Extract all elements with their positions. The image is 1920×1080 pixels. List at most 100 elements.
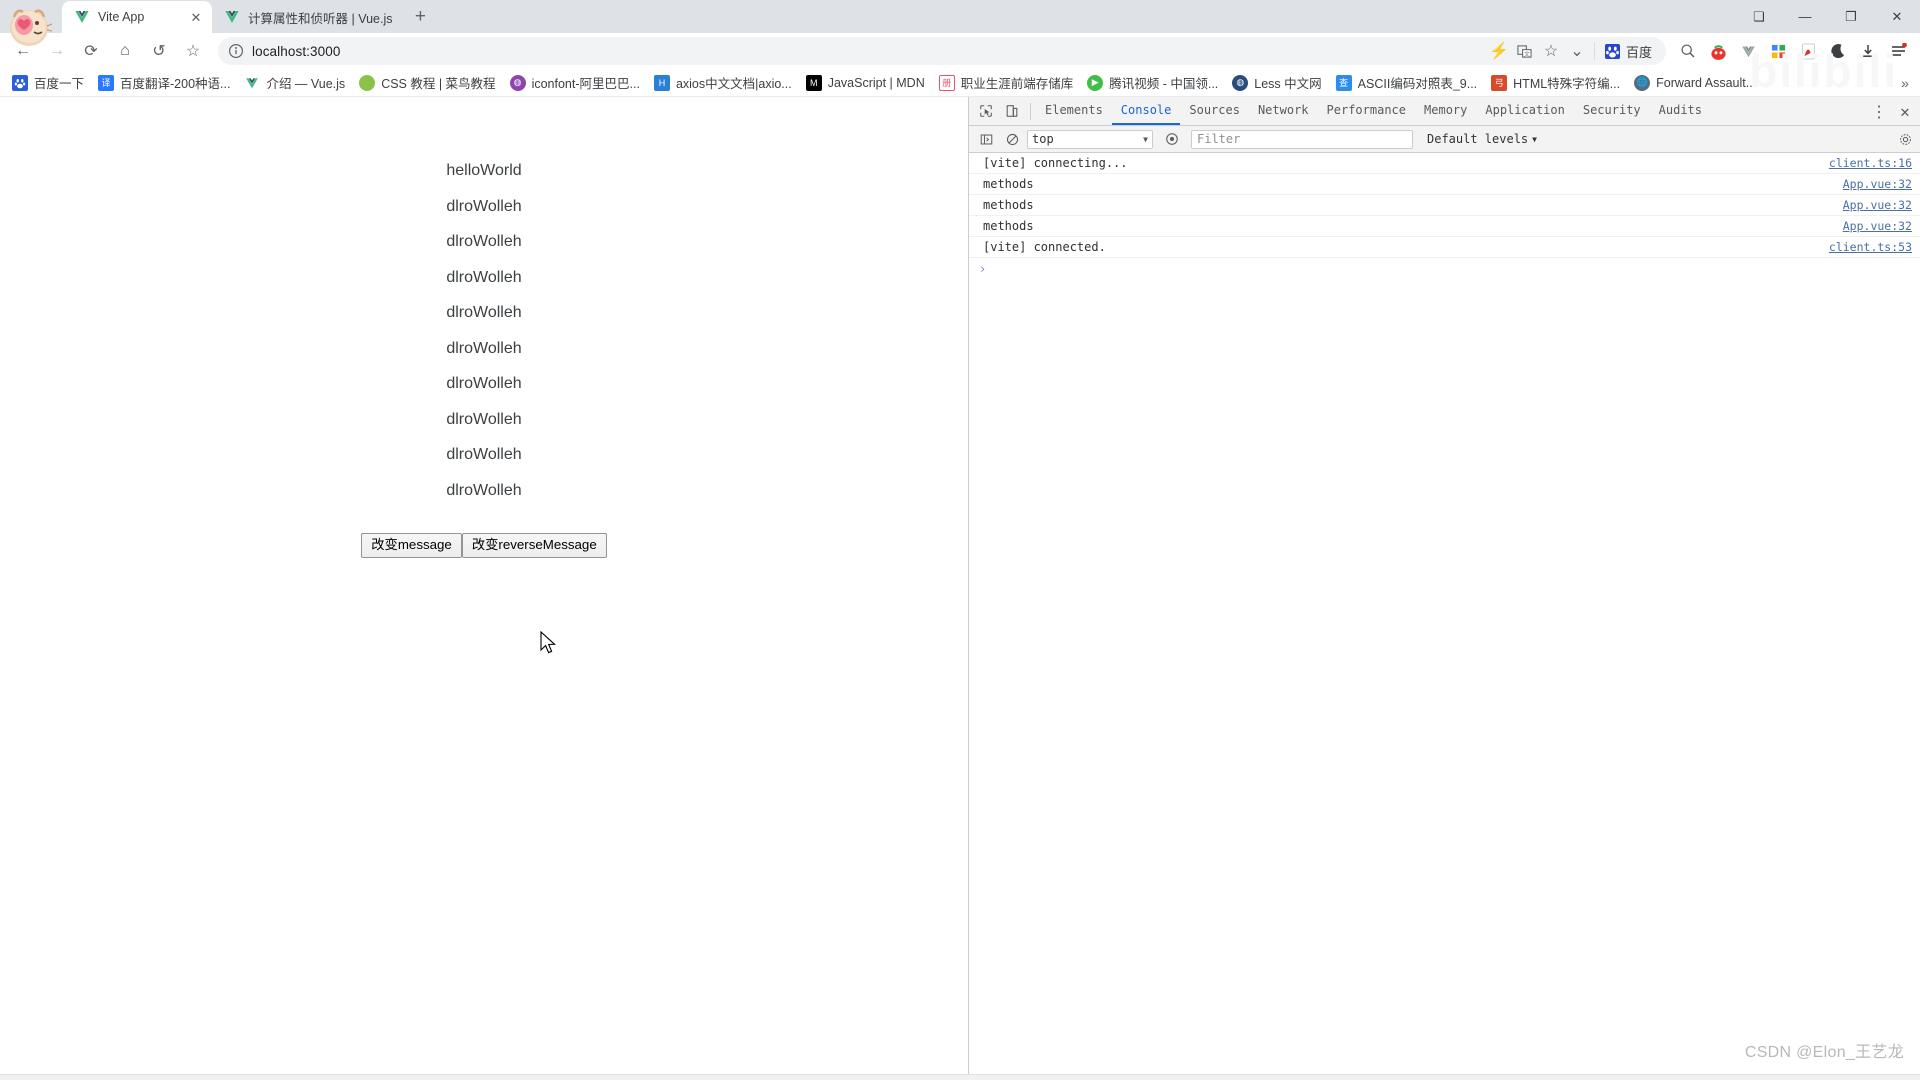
console-log-source-link[interactable]: App.vue:32	[1843, 177, 1912, 191]
live-expression-icon[interactable]	[1159, 126, 1185, 152]
bookmark-item[interactable]: 译 百度翻译-200种语...	[92, 71, 236, 95]
devtools-tabbar: Elements Console Sources Network Perform…	[969, 97, 1920, 126]
chrome-menu-icon[interactable]	[1884, 37, 1912, 65]
star-icon[interactable]: ☆	[1540, 40, 1562, 62]
console-filter-input[interactable]: Filter	[1191, 129, 1413, 149]
console-log-source-link[interactable]: App.vue:32	[1843, 219, 1912, 233]
devtools-tabbar-right: ⋮ ✕	[1866, 97, 1918, 126]
devtools-tab-sources[interactable]: Sources	[1180, 97, 1249, 125]
browser-tab-vue-docs[interactable]: 计算属性和侦听器 | Vue.js	[212, 1, 401, 33]
console-log-row[interactable]: methods App.vue:32	[969, 195, 1920, 216]
search-extension-icon[interactable]	[1674, 37, 1702, 65]
bookmark-item[interactable]: 百度一下	[6, 71, 90, 95]
console-context-value: top	[1032, 132, 1054, 146]
message-line: dlroWolleh	[446, 233, 522, 250]
bookmark-item[interactable]: ◍ iconfont-阿里巴巴...	[504, 71, 646, 95]
devtools-tab-performance[interactable]: Performance	[1318, 97, 1415, 125]
console-log-list[interactable]: [vite] connecting... client.ts:16 method…	[969, 153, 1920, 1080]
devtools-tab-console[interactable]: Console	[1111, 97, 1181, 125]
bookmarks-overflow-icon[interactable]: »	[1894, 73, 1916, 93]
console-levels-label: Default levels	[1427, 132, 1529, 146]
reload-button[interactable]: ⟳	[76, 36, 106, 66]
console-log-source-link[interactable]: App.vue:32	[1843, 198, 1912, 212]
devtools-tab-elements[interactable]: Elements	[1036, 97, 1112, 125]
dark-mode-extension-icon[interactable]	[1824, 37, 1852, 65]
console-log-text: [vite] connected.	[983, 240, 1106, 254]
devtools-tab-security[interactable]: Security	[1574, 97, 1650, 125]
tab-close-icon[interactable]: ✕	[188, 9, 204, 25]
minimize-button[interactable]: —	[1782, 1, 1828, 33]
bookmarks-bar: 百度一下 译 百度翻译-200种语... 介绍 — Vue.js CSS 教程 …	[0, 69, 1920, 97]
close-icon[interactable]: ✕	[1892, 99, 1918, 125]
bookmark-item[interactable]: 介绍 — Vue.js	[238, 71, 351, 95]
svg-text:文: 文	[1525, 49, 1531, 57]
clear-console-icon[interactable]	[999, 126, 1025, 152]
new-tab-button[interactable]: +	[406, 3, 434, 31]
address-bar[interactable]: localhost:3000 ⚡ 文 ☆ ⌄ 百度	[218, 37, 1666, 65]
console-log-row[interactable]: [vite] connected. client.ts:53	[969, 237, 1920, 258]
maximize-button[interactable]: ❐	[1828, 1, 1874, 33]
console-levels-dropdown[interactable]: Default levels ▼	[1427, 132, 1537, 146]
tomato-timer-extension-icon[interactable]	[1704, 37, 1732, 65]
console-log-row[interactable]: [vite] connecting... client.ts:16	[969, 153, 1920, 174]
forward-button[interactable]: →	[42, 36, 72, 66]
baidu-paw-icon	[1605, 43, 1621, 59]
restore-tabs-button[interactable]: ❏	[1736, 1, 1782, 33]
search-engine-label: 百度	[1625, 44, 1652, 60]
translate-icon[interactable]: 文	[1514, 40, 1536, 62]
browser-tab-vite-app[interactable]: Vite App ✕	[62, 1, 212, 33]
lightning-icon[interactable]: ⚡	[1488, 40, 1510, 62]
bookmark-item[interactable]: ▶ 腾讯视频 - 中国领...	[1081, 71, 1224, 95]
devtools-tab-application[interactable]: Application	[1476, 97, 1573, 125]
bookmark-item[interactable]: 🌐 Forward Assault...	[1628, 71, 1762, 95]
html-entities-icon: 弓	[1491, 74, 1508, 91]
vue-devtools-extension-icon[interactable]	[1734, 37, 1762, 65]
console-prompt[interactable]: ›	[969, 258, 1920, 279]
bookmark-item[interactable]: ◍ Less 中文网	[1226, 71, 1327, 95]
console-filter-placeholder: Filter	[1197, 132, 1241, 146]
console-log-row[interactable]: methods App.vue:32	[969, 174, 1920, 195]
bookmark-item[interactable]: 弓 HTML特殊字符编...	[1485, 71, 1626, 95]
downloads-button-icon[interactable]	[1854, 37, 1882, 65]
device-toolbar-icon[interactable]	[999, 98, 1025, 124]
console-toolbar-right	[1892, 126, 1918, 153]
console-log-source-link[interactable]: client.ts:53	[1829, 240, 1912, 254]
console-sidebar-icon[interactable]	[973, 126, 999, 152]
home-button[interactable]: ⌂	[110, 36, 140, 66]
devtools-tab-memory[interactable]: Memory	[1415, 97, 1476, 125]
console-context-select[interactable]: top ▼	[1027, 129, 1153, 149]
change-message-button[interactable]: 改变message	[361, 533, 462, 558]
bookmark-star-icon[interactable]: ☆	[178, 36, 208, 66]
bookmark-item[interactable]: M JavaScript | MDN	[800, 71, 931, 95]
bookmark-label: CSS 教程 | 菜鸟教程	[381, 77, 496, 91]
bookmark-item[interactable]: H axios中文文档|axio...	[648, 71, 798, 95]
bookmark-item[interactable]: 册 职业生涯前端存储库	[933, 71, 1080, 95]
chevron-down-icon[interactable]: ⌄	[1566, 40, 1588, 62]
inspect-element-icon[interactable]	[973, 98, 999, 124]
kebab-menu-icon[interactable]: ⋮	[1866, 99, 1892, 125]
change-reverse-message-button[interactable]: 改变reverseMessage	[461, 533, 607, 558]
window-controls: ❏ — ❐ ✕	[1736, 0, 1920, 33]
bookmark-item[interactable]: CSS 教程 | 菜鸟教程	[353, 71, 501, 95]
info-circle-icon[interactable]	[228, 43, 244, 59]
bookmark-label: iconfont-阿里巴巴...	[531, 77, 640, 91]
message-line: dlroWolleh	[446, 446, 522, 463]
console-log-row[interactable]: methods App.vue:32	[969, 216, 1920, 237]
vue-logo-icon	[75, 11, 89, 23]
back-button[interactable]: ←	[8, 36, 38, 66]
devtools-tab-network[interactable]: Network	[1249, 97, 1318, 125]
search-engine-chip[interactable]: 百度	[1601, 42, 1656, 61]
bookmark-item[interactable]: 查 ASCII编码对照表_9...	[1330, 71, 1483, 95]
console-log-source-link[interactable]: client.ts:16	[1829, 156, 1912, 170]
history-back-icon[interactable]: ↺	[144, 36, 174, 66]
grid-apps-extension-icon[interactable]	[1764, 37, 1792, 65]
close-button[interactable]: ✕	[1874, 1, 1920, 33]
gear-icon[interactable]	[1892, 127, 1918, 153]
devtools-tab-audits[interactable]: Audits	[1650, 97, 1711, 125]
message-line: dlroWolleh	[446, 410, 522, 428]
less-icon: ◍	[1232, 74, 1249, 91]
message-line: dlroWolleh	[446, 197, 522, 215]
pdf-extension-icon[interactable]	[1794, 37, 1822, 65]
message-line: dlroWolleh	[446, 339, 522, 357]
pdf-glyph	[1801, 43, 1815, 59]
